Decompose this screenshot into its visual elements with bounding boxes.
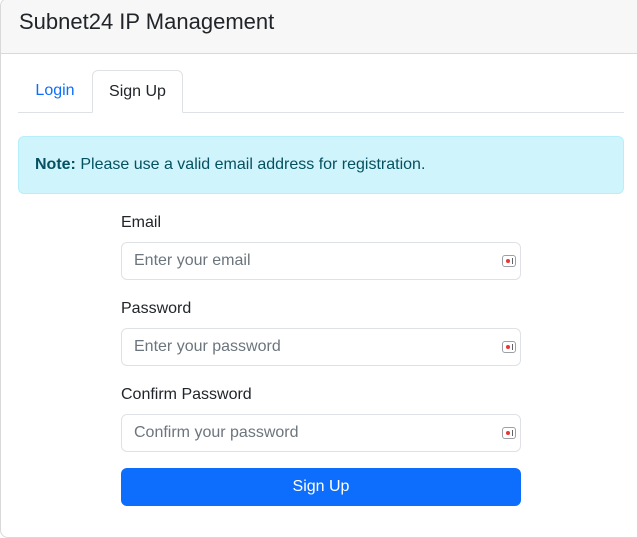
tab-signup[interactable]: Sign Up bbox=[92, 70, 183, 113]
password-field[interactable] bbox=[121, 328, 521, 366]
alert-message: Please use a valid email address for reg… bbox=[75, 156, 426, 173]
confirm-password-label: Confirm Password bbox=[121, 386, 252, 403]
tab-login[interactable]: Login bbox=[18, 70, 92, 112]
tab-bar: Login Sign Up bbox=[18, 70, 624, 113]
info-alert: Note: Please use a valid email address f… bbox=[18, 136, 624, 194]
password-label: Password bbox=[121, 300, 192, 317]
email-field[interactable] bbox=[121, 242, 521, 280]
card-header: Subnet24 IP Management bbox=[1, 0, 637, 54]
page-title: Subnet24 IP Management bbox=[19, 9, 275, 34]
password-manager-icon[interactable] bbox=[502, 255, 516, 267]
alert-prefix: Note: bbox=[35, 156, 76, 173]
sign-up-button[interactable]: Sign Up bbox=[121, 468, 521, 506]
email-label: Email bbox=[121, 214, 162, 231]
password-manager-icon[interactable] bbox=[502, 427, 516, 439]
password-manager-icon[interactable] bbox=[502, 341, 516, 353]
confirm-password-field[interactable] bbox=[121, 414, 521, 452]
